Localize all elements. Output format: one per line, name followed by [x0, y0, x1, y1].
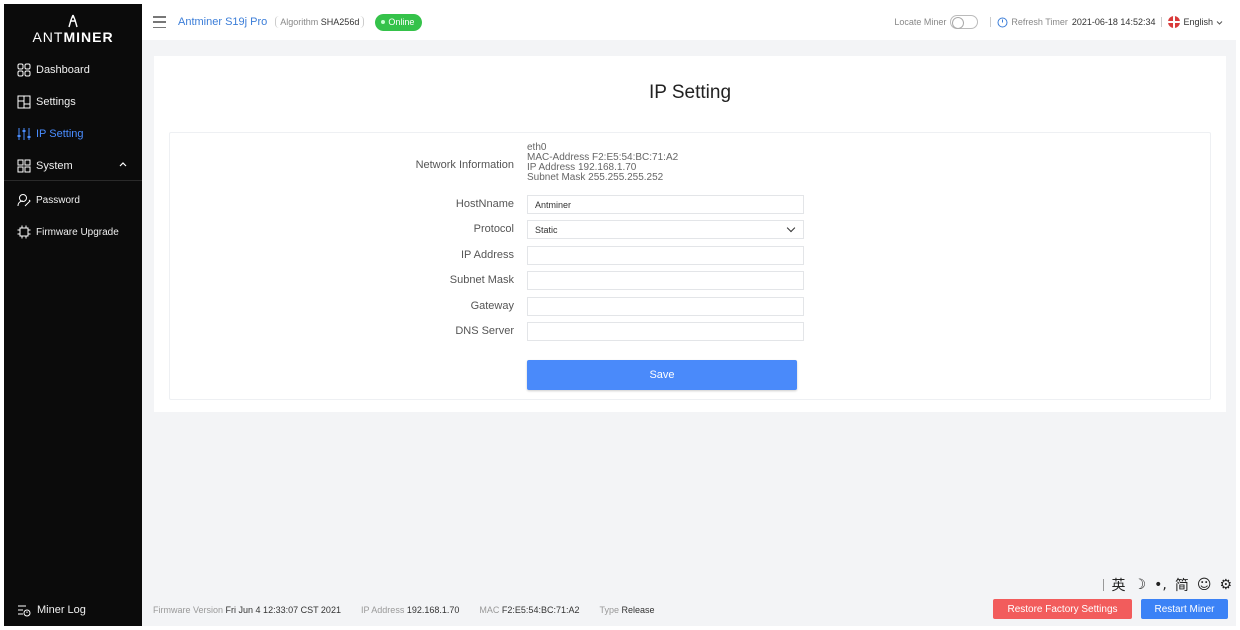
subnet-mask-input[interactable] [527, 271, 804, 290]
protocol-select[interactable]: Static [527, 220, 804, 239]
sidebar-item-label: Settings [36, 96, 76, 108]
firmware-version: Firmware Version Fri Jun 4 12:33:07 CST … [153, 605, 341, 615]
sidebar-item-password[interactable]: Password [4, 188, 142, 212]
ime-settings-icon[interactable]: ⚙ [1219, 577, 1232, 593]
sidebar-item-miner-log[interactable]: Miner Log [4, 594, 142, 626]
hostname-label: HostNname [455, 198, 514, 210]
ime-punctuation-icon[interactable]: •, [1154, 577, 1167, 593]
ip-setting-card: IP Setting Network Information eth0 MAC-… [154, 56, 1226, 412]
sidebar-item-system[interactable]: System [4, 154, 142, 178]
gateway-label: Gateway [470, 300, 514, 312]
footer-ip-address: IP Address 192.168.1.70 [360, 605, 460, 615]
miner-log-label: Miner Log [37, 604, 86, 616]
sidebar-item-label: IP Setting [36, 128, 84, 140]
sidebar-item-label: Firmware Upgrade [36, 226, 119, 238]
footer-mac: MAC F2:E5:54:BC:71:A2 [479, 605, 580, 615]
refresh-time: 2021-06-18 14:52:34 [1071, 17, 1156, 27]
header-divider [1161, 17, 1163, 27]
chevron-down-icon [1216, 20, 1223, 25]
password-icon [16, 192, 32, 208]
antminer-logo: ANTMINER [4, 4, 142, 50]
ime-divider [1102, 579, 1104, 591]
ime-simplified-icon[interactable]: 简 [1175, 575, 1189, 595]
firmware-icon [16, 224, 32, 240]
sidebar-item-label: System [36, 160, 73, 172]
main-content: IP Setting Network Information eth0 MAC-… [142, 40, 1236, 594]
sidebar-item-settings[interactable]: Settings [4, 90, 142, 114]
chevron-down-icon [786, 223, 796, 233]
ime-moon-icon[interactable]: ☽ [1134, 577, 1147, 593]
refresh-timer[interactable]: Refresh Timer 2021-06-18 14:52:34 [997, 17, 1155, 28]
save-button[interactable]: Save [527, 360, 797, 390]
language-selector[interactable]: English [1168, 16, 1224, 28]
status-badge: Online [375, 13, 423, 31]
footer-type: Type Release [599, 605, 655, 615]
network-information-value: eth0 MAC-Address F2:E5:54:BC:71:A2 IP Ad… [527, 143, 678, 183]
dashboard-icon [16, 62, 32, 78]
refresh-timer-icon [997, 17, 1008, 27]
network-information-label: Network Information [415, 159, 514, 171]
hostname-input[interactable] [527, 195, 804, 214]
locate-miner-toggle[interactable] [950, 15, 979, 29]
sidebar-item-label: Dashboard [36, 64, 90, 76]
algorithm-badge: Algorithm SHA256d [275, 16, 365, 28]
gateway-input[interactable] [527, 297, 804, 316]
sidebar-item-firmware-upgrade[interactable]: Firmware Upgrade [4, 220, 142, 244]
ime-toolbar: 英 ☽ •, 简 ☺ ⚙ [1102, 575, 1232, 595]
dns-server-label: DNS Server [455, 325, 514, 337]
subnet-mask-info: Subnet Mask 255.255.255.252 [527, 172, 664, 183]
restart-miner-button[interactable]: Restart Miner [1141, 599, 1228, 619]
logo-text: ANTMINER [32, 28, 114, 45]
menu-toggle-icon[interactable] [153, 16, 166, 28]
settings-icon [16, 94, 32, 110]
protocol-label: Protocol [473, 223, 514, 235]
footer: Firmware Version Fri Jun 4 12:33:07 CST … [142, 594, 1236, 626]
ip-address-label: IP Address [461, 249, 514, 261]
sidebar-item-label: Password [36, 194, 80, 206]
locate-miner-label: Locate Miner [894, 17, 947, 27]
uk-flag-icon [1168, 16, 1181, 28]
miner-model: Antminer S19j Pro [178, 16, 268, 28]
sidebar-divider [4, 180, 142, 181]
dns-server-input[interactable] [527, 322, 804, 341]
header-divider [990, 17, 992, 27]
ime-english-icon[interactable]: 英 [1112, 575, 1126, 595]
sidebar-item-dashboard[interactable]: Dashboard [4, 58, 142, 82]
antminer-logo-mark-icon [68, 14, 78, 27]
miner-log-icon [16, 602, 32, 618]
subnet-mask-label: Subnet Mask [449, 274, 514, 286]
sidebar-item-ip-setting[interactable]: IP Setting [4, 122, 142, 146]
protocol-selected-value: Static [535, 224, 558, 235]
ip-setting-icon [16, 126, 32, 142]
system-icon [16, 158, 32, 174]
ime-emoji-icon[interactable]: ☺ [1197, 577, 1212, 593]
page-title: IP Setting [648, 82, 732, 103]
sidebar: ANTMINER Dashboard Settings IP Setting S… [4, 4, 142, 626]
top-header: Antminer S19j Pro Algorithm SHA256d Onli… [142, 4, 1236, 40]
restore-factory-settings-button[interactable]: Restore Factory Settings [993, 599, 1132, 619]
header-right: Locate Miner Refresh Timer 2021-06-18 14… [894, 4, 1224, 40]
ip-setting-form: Network Information eth0 MAC-Address F2:… [169, 132, 1211, 400]
chevron-up-icon [119, 162, 127, 167]
ip-address-input[interactable] [527, 246, 804, 265]
status-dot-icon [381, 20, 386, 24]
